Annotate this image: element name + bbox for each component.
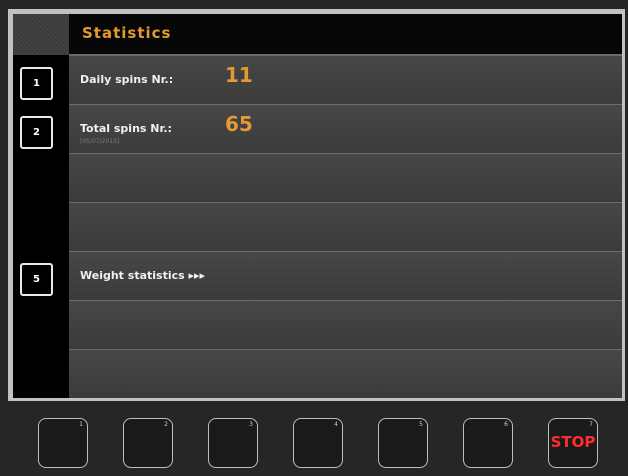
total-spins-date: [05/07/2015] bbox=[80, 138, 120, 145]
row-1-button[interactable]: 1 bbox=[20, 67, 53, 100]
weight-statistics-label: Weight statistics ▸▸▸ bbox=[80, 269, 206, 282]
function-key-2-number: 2 bbox=[164, 421, 168, 428]
row-2-button[interactable]: 2 bbox=[20, 116, 53, 149]
function-key-1-number: 1 bbox=[79, 421, 83, 428]
function-key-6-number: 6 bbox=[504, 421, 508, 428]
function-key-3[interactable]: 3 bbox=[208, 418, 258, 468]
stop-label: STOP bbox=[550, 433, 596, 451]
function-key-1[interactable]: 1 bbox=[38, 418, 88, 468]
daily-spins-row[interactable]: Daily spins Nr.: 11 bbox=[69, 55, 622, 104]
empty-row-7 bbox=[69, 349, 622, 398]
function-key-5-number: 5 bbox=[419, 421, 423, 428]
weight-statistics-row[interactable]: Weight statistics ▸▸▸ bbox=[69, 251, 622, 300]
function-key-2[interactable]: 2 bbox=[123, 418, 173, 468]
function-key-7-number: 7 bbox=[589, 421, 593, 428]
function-key-6[interactable]: 6 bbox=[463, 418, 513, 468]
statistics-list: Daily spins Nr.: 11 Total spins Nr.: 65 … bbox=[69, 55, 622, 398]
statistics-screen: Statistics 1 2 5 Daily spins Nr.: 11 Tot… bbox=[8, 9, 625, 401]
stop-button[interactable]: 7 STOP bbox=[548, 418, 598, 468]
corner-panel bbox=[13, 14, 69, 55]
total-spins-label: Total spins Nr.: bbox=[80, 122, 172, 135]
total-spins-row[interactable]: Total spins Nr.: 65 [05/07/2015] bbox=[69, 104, 622, 153]
daily-spins-value: 11 bbox=[225, 63, 253, 87]
function-key-3-number: 3 bbox=[249, 421, 253, 428]
empty-row-3 bbox=[69, 153, 622, 202]
function-key-4-number: 4 bbox=[334, 421, 338, 428]
side-button-column: 1 2 5 bbox=[13, 55, 69, 398]
row-5-button[interactable]: 5 bbox=[20, 263, 53, 296]
total-spins-value: 65 bbox=[225, 112, 253, 136]
function-key-5[interactable]: 5 bbox=[378, 418, 428, 468]
function-key-4[interactable]: 4 bbox=[293, 418, 343, 468]
page-title: Statistics bbox=[82, 24, 172, 42]
daily-spins-label: Daily spins Nr.: bbox=[80, 73, 174, 86]
empty-row-6 bbox=[69, 300, 622, 349]
empty-row-4 bbox=[69, 202, 622, 251]
title-bar: Statistics bbox=[69, 14, 622, 55]
